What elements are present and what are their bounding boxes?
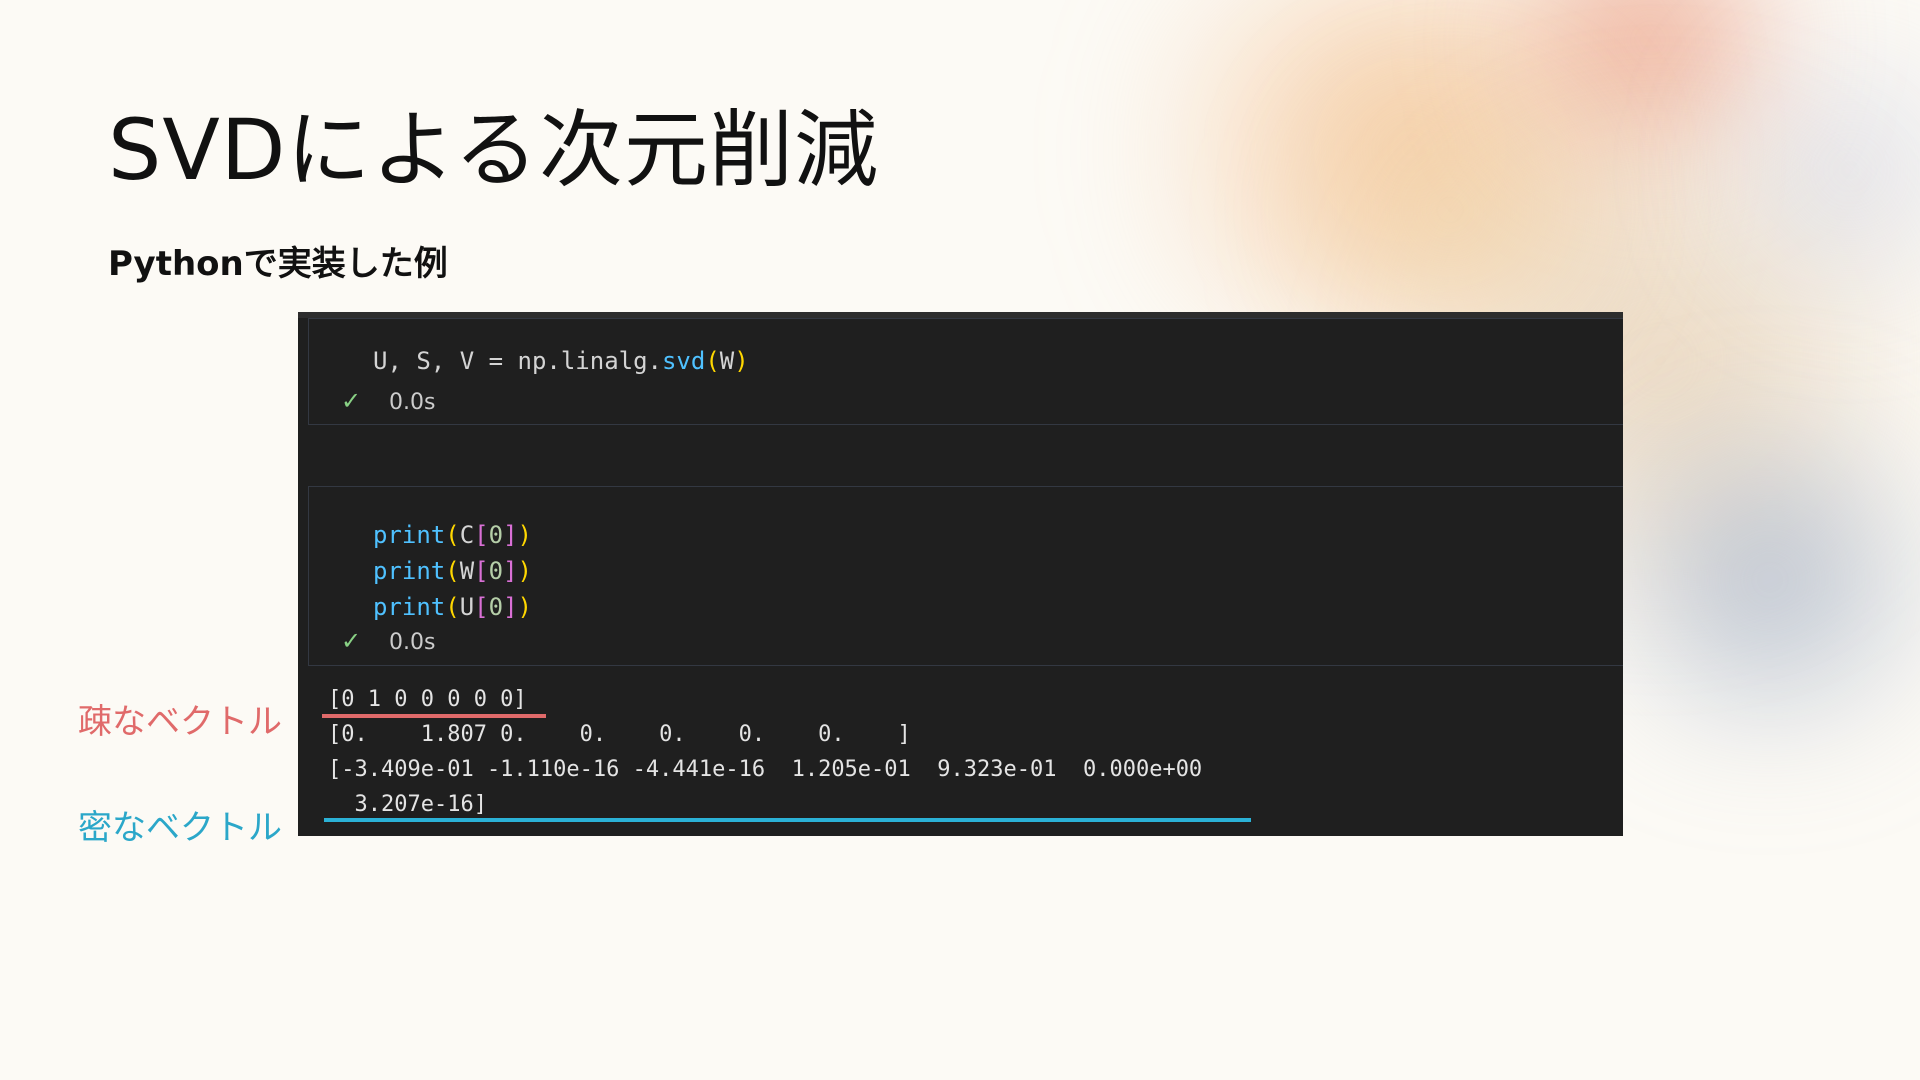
function-name: print xyxy=(373,593,446,621)
background-blob xyxy=(1060,0,1760,340)
bracket: [ xyxy=(474,521,489,549)
execution-time: 0.0s xyxy=(389,390,436,415)
output-line-dense: [-3.409e-01 -1.110e-16 -4.441e-16 1.205e… xyxy=(328,757,1203,782)
code-text: U, S, V = np.linalg. xyxy=(373,347,662,375)
code-line: print(W[0]) xyxy=(373,553,532,589)
slide-subtitle: Pythonで実装した例 xyxy=(108,244,448,284)
background-blob xyxy=(1700,40,1920,300)
background-blob xyxy=(1470,0,1830,170)
code-cell-print[interactable]: print(C[0]) print(W[0]) print(U[0]) ✓ 0.0s xyxy=(308,486,1623,666)
output-line-sparse: [0 1 0 0 0 0 0] xyxy=(328,687,527,712)
variable: C xyxy=(459,521,475,549)
code-line: print(C[0]) xyxy=(373,517,532,553)
check-icon: ✓ xyxy=(341,627,362,655)
cell-output: [0 1 0 0 0 0 0] [0. 1.807 0. 0. 0. 0. 0. … xyxy=(328,682,1202,822)
bracket: ( xyxy=(445,557,460,585)
slide-title: SVDによる次元削減 xyxy=(108,101,879,199)
code-line: print(U[0]) xyxy=(373,589,532,625)
index-number: 0 xyxy=(488,557,504,585)
index-number: 0 xyxy=(488,521,504,549)
variable: W xyxy=(459,557,475,585)
code-block: print(C[0]) print(W[0]) print(U[0]) xyxy=(373,517,532,625)
dense-underline xyxy=(324,818,1251,822)
background-blob xyxy=(1260,80,1640,340)
bracket: [ xyxy=(474,557,489,585)
execution-status: ✓ 0.0s xyxy=(341,387,435,415)
sparse-underline xyxy=(322,714,546,718)
bracket: [ xyxy=(474,593,489,621)
output-line-dense: 3.207e-16] xyxy=(328,792,487,817)
bracket: ( xyxy=(445,593,460,621)
check-icon: ✓ xyxy=(341,387,362,415)
bracket: ) xyxy=(517,557,532,585)
bracket: ) xyxy=(517,521,532,549)
execution-time: 0.0s xyxy=(389,630,436,655)
notebook-screenshot: U, S, V = np.linalg.svd(W) ✓ 0.0s print(C… xyxy=(298,312,1623,836)
index-number: 0 xyxy=(488,593,504,621)
bracket: ] xyxy=(503,557,518,585)
bracket: ] xyxy=(503,521,518,549)
function-name: print xyxy=(373,521,446,549)
bracket: ) xyxy=(734,347,749,375)
bracket: ( xyxy=(705,347,720,375)
execution-status: ✓ 0.0s xyxy=(341,627,435,655)
sparse-vector-label: 疎なベクトル xyxy=(78,702,282,742)
bracket: ] xyxy=(503,593,518,621)
code-cell-svd[interactable]: U, S, V = np.linalg.svd(W) ✓ 0.0s xyxy=(308,318,1623,425)
function-name: print xyxy=(373,557,446,585)
variable: W xyxy=(719,347,735,375)
function-name: svd xyxy=(661,347,706,375)
dense-vector-label: 密なベクトル xyxy=(78,808,282,848)
code-line: U, S, V = np.linalg.svd(W) xyxy=(373,343,749,379)
variable: U xyxy=(459,593,475,621)
output-line: [0. 1.807 0. 0. 0. 0. 0. ] xyxy=(328,722,911,747)
bracket: ( xyxy=(445,521,460,549)
bracket: ) xyxy=(517,593,532,621)
